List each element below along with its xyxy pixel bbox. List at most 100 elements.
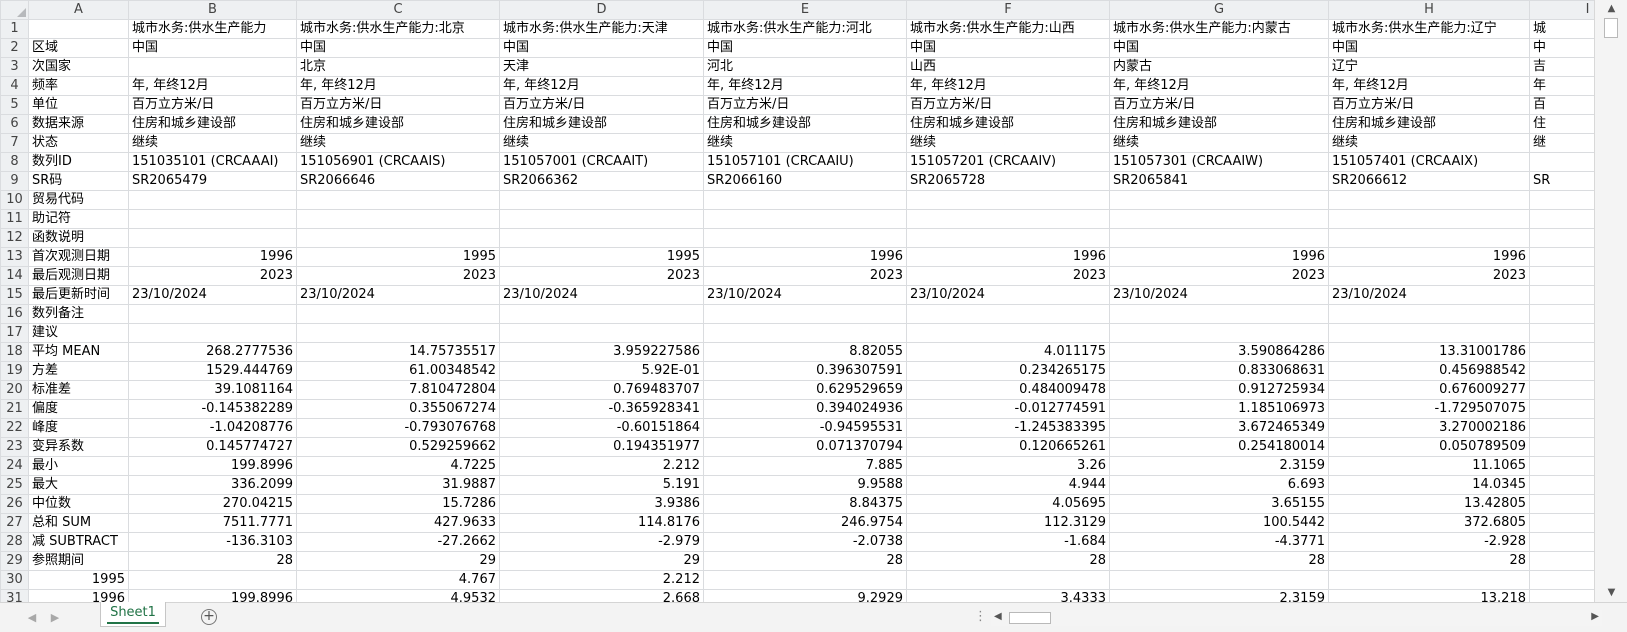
cell[interactable] xyxy=(296,323,500,343)
cell[interactable]: 函数说明 xyxy=(28,228,129,248)
cell[interactable]: 年, 年终12月 xyxy=(296,76,500,96)
cell[interactable] xyxy=(1529,323,1594,343)
cell[interactable]: 0.484009478 xyxy=(906,380,1110,400)
cell[interactable]: 9.9588 xyxy=(703,475,907,495)
row-header[interactable]: 26 xyxy=(0,494,29,514)
cell[interactable]: 3.26 xyxy=(906,456,1110,476)
cell[interactable]: -136.3103 xyxy=(128,532,297,552)
cell[interactable]: 31.9887 xyxy=(296,475,500,495)
cell[interactable]: 中国 xyxy=(1109,38,1329,58)
cell[interactable]: -0.60151864 xyxy=(499,418,704,438)
cell[interactable] xyxy=(128,190,297,210)
cell[interactable]: 最大 xyxy=(28,475,129,495)
cell[interactable]: -2.0738 xyxy=(703,532,907,552)
cell[interactable]: 100.5442 xyxy=(1109,513,1329,533)
cell[interactable] xyxy=(499,190,704,210)
row-header[interactable]: 10 xyxy=(0,190,29,210)
cell[interactable]: 年, 年终12月 xyxy=(1109,76,1329,96)
cell[interactable]: 数据来源 xyxy=(28,114,129,134)
row-header[interactable]: 27 xyxy=(0,513,29,533)
cell[interactable]: 中位数 xyxy=(28,494,129,514)
cell[interactable] xyxy=(1529,532,1594,552)
cell[interactable]: 0.071370794 xyxy=(703,437,907,457)
cell[interactable]: 首次观测日期 xyxy=(28,247,129,267)
row-header[interactable]: 18 xyxy=(0,342,29,362)
row-header[interactable]: 17 xyxy=(0,323,29,343)
cell[interactable] xyxy=(1529,209,1594,229)
cell[interactable]: 15.7286 xyxy=(296,494,500,514)
column-header-d[interactable]: D xyxy=(499,0,704,20)
cell[interactable] xyxy=(906,323,1110,343)
sheet-tab-sheet1[interactable]: Sheet1 xyxy=(100,602,166,627)
cell[interactable]: 5.92E-01 xyxy=(499,361,704,381)
cell[interactable] xyxy=(703,323,907,343)
cell[interactable]: 助记符 xyxy=(28,209,129,229)
cell[interactable] xyxy=(1529,247,1594,267)
cell[interactable] xyxy=(1109,209,1329,229)
cell[interactable]: 0.529259662 xyxy=(296,437,500,457)
column-header-g[interactable]: G xyxy=(1109,0,1329,20)
row-header[interactable]: 12 xyxy=(0,228,29,248)
cell[interactable]: -2.928 xyxy=(1328,532,1530,552)
cell[interactable]: SR2066646 xyxy=(296,171,500,191)
cell[interactable] xyxy=(906,228,1110,248)
cell[interactable]: 住房和城乡建设部 xyxy=(296,114,500,134)
cell[interactable] xyxy=(1529,513,1594,533)
cell[interactable] xyxy=(1328,209,1530,229)
cell[interactable]: 270.04215 xyxy=(128,494,297,514)
cell[interactable]: SR2065479 xyxy=(128,171,297,191)
cell[interactable] xyxy=(703,209,907,229)
cell[interactable]: 1995 xyxy=(28,570,129,590)
cell[interactable]: 继续 xyxy=(499,133,704,153)
cell[interactable]: 23/10/2024 xyxy=(296,285,500,305)
cell[interactable]: SR2066362 xyxy=(499,171,704,191)
cell[interactable]: 3.4333 xyxy=(906,589,1110,602)
cell-table[interactable]: ABCDEFGHI 1 城市水务:供水生产能力 城市水务:供水生产能力:北京 城市水务… xyxy=(0,0,1594,602)
cell[interactable]: SR2065841 xyxy=(1109,171,1329,191)
cell[interactable]: -0.793076768 xyxy=(296,418,500,438)
cell[interactable]: 114.8176 xyxy=(499,513,704,533)
cell[interactable]: 2.212 xyxy=(499,456,704,476)
select-all-corner[interactable] xyxy=(0,0,29,20)
spreadsheet-grid[interactable]: ABCDEFGHI 1 城市水务:供水生产能力 城市水务:供水生产能力:北京 城市水务… xyxy=(0,0,1594,602)
cell[interactable]: 城 xyxy=(1529,19,1594,39)
cell[interactable] xyxy=(1529,342,1594,362)
cell[interactable]: 9.2929 xyxy=(703,589,907,602)
cell[interactable] xyxy=(1529,494,1594,514)
row-header[interactable]: 21 xyxy=(0,399,29,419)
cell[interactable]: 2023 xyxy=(906,266,1110,286)
cell[interactable]: 城市水务:供水生产能力:天津 xyxy=(499,19,704,39)
cell[interactable]: 城市水务:供水生产能力:北京 xyxy=(296,19,500,39)
cell[interactable] xyxy=(1529,551,1594,571)
vertical-scroll-thumb[interactable] xyxy=(1604,18,1618,38)
cell[interactable]: 1.185106973 xyxy=(1109,399,1329,419)
cell[interactable]: 246.9754 xyxy=(703,513,907,533)
cell[interactable]: 百万立方米/日 xyxy=(499,95,704,115)
cell[interactable]: 辽宁 xyxy=(1328,57,1530,77)
cell[interactable] xyxy=(1529,437,1594,457)
cell[interactable]: SR码 xyxy=(28,171,129,191)
cell[interactable]: 8.82055 xyxy=(703,342,907,362)
cell[interactable]: 住房和城乡建设部 xyxy=(128,114,297,134)
cell[interactable]: 151057301 (CRCAAIW) xyxy=(1109,152,1329,172)
cell[interactable] xyxy=(296,209,500,229)
row-header[interactable]: 4 xyxy=(0,76,29,96)
prev-sheet-icon[interactable]: ◀ xyxy=(26,611,38,624)
cell[interactable]: 继续 xyxy=(906,133,1110,153)
scroll-left-arrow-icon[interactable]: ◀ xyxy=(994,611,1002,622)
cell[interactable]: 0.456988542 xyxy=(1328,361,1530,381)
cell[interactable]: 14.0345 xyxy=(1328,475,1530,495)
cell[interactable]: 28 xyxy=(906,551,1110,571)
cell[interactable]: 年, 年终12月 xyxy=(128,76,297,96)
cell[interactable] xyxy=(906,190,1110,210)
row-header[interactable]: 15 xyxy=(0,285,29,305)
cell[interactable]: SR2065728 xyxy=(906,171,1110,191)
cell[interactable]: 年, 年终12月 xyxy=(703,76,907,96)
cell[interactable]: 28 xyxy=(1109,551,1329,571)
cell[interactable] xyxy=(499,228,704,248)
cell[interactable] xyxy=(1328,228,1530,248)
cell[interactable]: 28 xyxy=(128,551,297,571)
cell[interactable]: 区域 xyxy=(28,38,129,58)
cell[interactable]: 最后更新时间 xyxy=(28,285,129,305)
cell[interactable]: 4.7225 xyxy=(296,456,500,476)
